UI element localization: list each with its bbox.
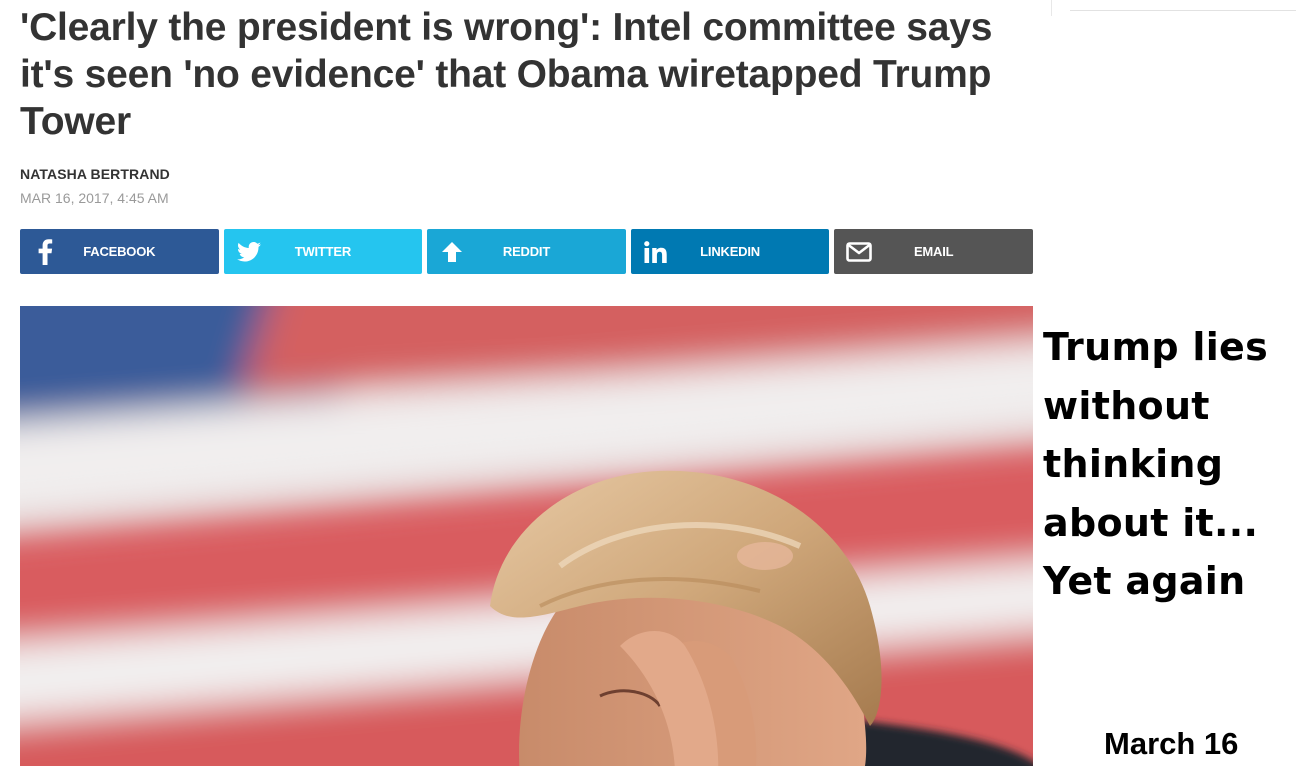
hero-photo	[20, 306, 1033, 766]
share-twitter-button[interactable]: TWITTER	[223, 229, 423, 274]
overlay-date: March 16	[1104, 726, 1239, 761]
article-date: MAR 16, 2017, 4:45 AM	[20, 190, 169, 206]
overlay-caption: Trump lies without thinking about it... …	[1043, 325, 1269, 603]
share-linkedin-button[interactable]: LINKEDIN	[630, 229, 830, 274]
divider-vertical	[1051, 0, 1052, 16]
share-twitter-label: TWITTER	[294, 244, 352, 259]
share-facebook-button[interactable]: FACEBOOK	[20, 229, 219, 274]
share-email-label: EMAIL	[913, 244, 954, 259]
share-email-button[interactable]: EMAIL	[834, 229, 1033, 274]
hero-image[interactable]	[20, 306, 1033, 766]
article-author[interactable]: NATASHA BERTRAND	[20, 166, 170, 182]
share-reddit-label: REDDIT	[502, 244, 551, 259]
share-reddit-button[interactable]: REDDIT	[427, 229, 626, 274]
share-linkedin-label: LINKEDIN	[700, 244, 760, 259]
share-bar: FACEBOOK TWITTER REDDIT LINKEDIN EMAIL	[20, 229, 1033, 274]
page: 'Clearly the president is wrong': Intel …	[0, 0, 1302, 775]
divider-horizontal	[1070, 10, 1296, 11]
article-headline: 'Clearly the president is wrong': Intel …	[20, 6, 993, 143]
share-facebook-label: FACEBOOK	[83, 244, 156, 259]
